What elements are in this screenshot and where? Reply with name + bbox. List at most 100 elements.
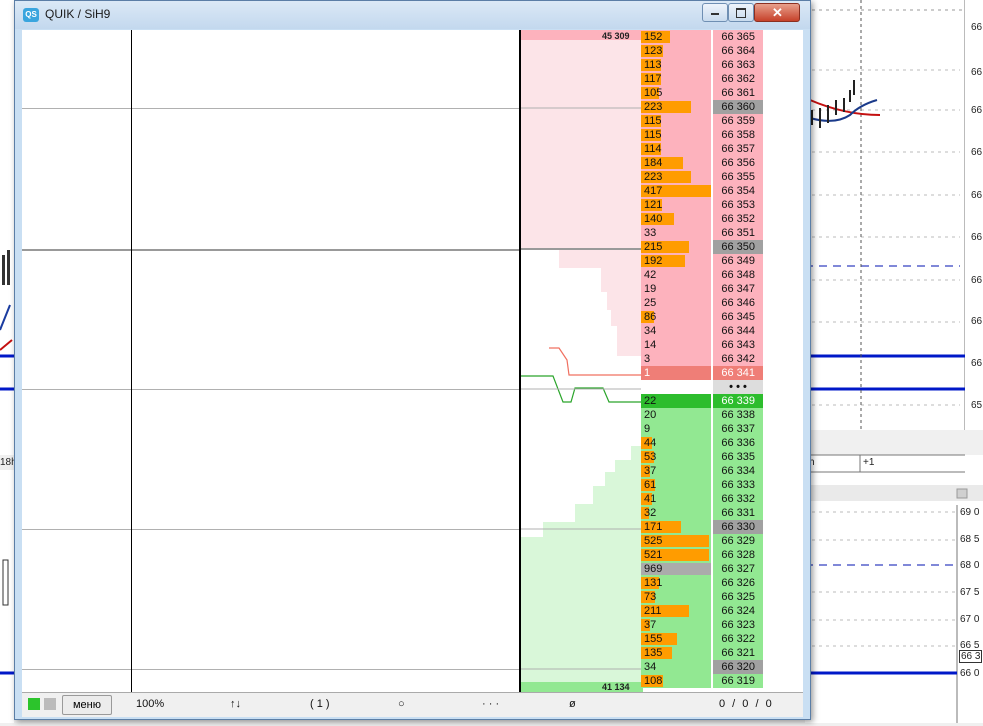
bid-price[interactable]: 66 332 — [713, 492, 763, 506]
zoom-level[interactable]: 100% — [136, 698, 164, 710]
bid-qty-cell[interactable]: 131 — [641, 576, 711, 590]
bid-price[interactable]: 66 327 — [713, 562, 763, 576]
bid-row[interactable]: 171 66 330 — [641, 520, 763, 534]
ask-row[interactable]: 140 66 352 — [641, 212, 763, 226]
bid-price[interactable]: 66 338 — [713, 408, 763, 422]
bid-row[interactable]: 155 66 322 — [641, 632, 763, 646]
ask-qty-cell[interactable]: 3 — [641, 352, 711, 366]
ask-row[interactable]: 14 66 343 — [641, 338, 763, 352]
ask-row[interactable]: 33 66 351 — [641, 226, 763, 240]
ask-qty-cell[interactable]: 192 — [641, 254, 711, 268]
bid-price[interactable]: 66 326 — [713, 576, 763, 590]
bid-price[interactable]: 66 320 — [713, 660, 763, 674]
ask-row[interactable]: 215 66 350 — [641, 240, 763, 254]
ask-qty-cell[interactable]: 115 — [641, 114, 711, 128]
bid-qty-cell[interactable]: 53 — [641, 450, 711, 464]
bid-row[interactable]: 135 66 321 — [641, 646, 763, 660]
ask-price[interactable]: 66 356 — [713, 156, 763, 170]
bid-row[interactable]: 41 66 332 — [641, 492, 763, 506]
ask-qty-cell[interactable]: 1 — [641, 366, 711, 380]
ask-price[interactable]: 66 349 — [713, 254, 763, 268]
title-bar[interactable]: QS QUIK / SiH9 ✕ — [15, 1, 810, 29]
bid-row[interactable]: 37 66 334 — [641, 464, 763, 478]
ask-row[interactable]: 114 66 357 — [641, 142, 763, 156]
bid-row[interactable]: 37 66 323 — [641, 618, 763, 632]
bid-price[interactable]: 66 331 — [713, 506, 763, 520]
ask-price[interactable]: 66 364 — [713, 44, 763, 58]
ask-qty-cell[interactable]: 121 — [641, 198, 711, 212]
ask-row[interactable]: 121 66 353 — [641, 198, 763, 212]
bid-price[interactable]: 66 322 — [713, 632, 763, 646]
bid-row[interactable]: 211 66 324 — [641, 604, 763, 618]
gray-status-square[interactable] — [44, 698, 56, 710]
ask-row[interactable]: 25 66 346 — [641, 296, 763, 310]
bid-row[interactable]: 44 66 336 — [641, 436, 763, 450]
ask-row[interactable]: 192 66 349 — [641, 254, 763, 268]
bid-qty-cell[interactable]: 73 — [641, 590, 711, 604]
ask-price[interactable]: 66 358 — [713, 128, 763, 142]
ask-row[interactable]: 1 66 341 — [641, 366, 763, 380]
empty-set-icon[interactable]: ø — [569, 698, 576, 710]
ask-row[interactable]: 223 66 355 — [641, 170, 763, 184]
bid-price[interactable]: 66 328 — [713, 548, 763, 562]
ask-qty-cell[interactable]: 152 — [641, 30, 711, 44]
ask-price[interactable]: 66 344 — [713, 324, 763, 338]
ask-row[interactable]: 184 66 356 — [641, 156, 763, 170]
count-indicator[interactable]: ( 1 ) — [310, 698, 330, 710]
ask-row[interactable]: 42 66 348 — [641, 268, 763, 282]
ask-price[interactable]: 66 341 — [713, 366, 763, 380]
ask-row[interactable]: 34 66 344 — [641, 324, 763, 338]
bid-row[interactable]: 521 66 328 — [641, 548, 763, 562]
bid-price[interactable]: 66 329 — [713, 534, 763, 548]
bid-row[interactable]: 73 66 325 — [641, 590, 763, 604]
ask-price[interactable]: 66 361 — [713, 86, 763, 100]
ask-qty-cell[interactable]: 115 — [641, 128, 711, 142]
bid-row[interactable]: 9 66 337 — [641, 422, 763, 436]
bid-row[interactable]: 969 66 327 — [641, 562, 763, 576]
bid-qty-cell[interactable]: 171 — [641, 520, 711, 534]
bid-row[interactable]: 525 66 329 — [641, 534, 763, 548]
bid-row[interactable]: 61 66 333 — [641, 478, 763, 492]
ask-qty-cell[interactable]: 215 — [641, 240, 711, 254]
bid-row[interactable]: 22 66 339 — [641, 394, 763, 408]
ask-price[interactable]: 66 365 — [713, 30, 763, 44]
ask-qty-cell[interactable]: 25 — [641, 296, 711, 310]
order-book-ladder[interactable]: 152 66 365 123 66 364 113 66 363 117 66 362 105 6… — [521, 30, 783, 692]
circle-icon[interactable]: ○ — [398, 698, 405, 710]
ask-row[interactable]: 223 66 360 — [641, 100, 763, 114]
ask-row[interactable]: 115 66 359 — [641, 114, 763, 128]
ask-qty-cell[interactable]: 34 — [641, 324, 711, 338]
ask-qty-cell[interactable]: 140 — [641, 212, 711, 226]
ask-price[interactable]: 66 355 — [713, 170, 763, 184]
bid-qty-cell[interactable]: 155 — [641, 632, 711, 646]
ask-price[interactable]: 66 345 — [713, 310, 763, 324]
bid-row[interactable]: 53 66 335 — [641, 450, 763, 464]
bid-price[interactable]: 66 330 — [713, 520, 763, 534]
bid-qty-cell[interactable]: 108 — [641, 674, 711, 688]
ask-qty-cell[interactable]: 42 — [641, 268, 711, 282]
bid-qty-cell[interactable]: 9 — [641, 422, 711, 436]
ask-qty-cell[interactable]: 14 — [641, 338, 711, 352]
bid-qty-cell[interactable]: 34 — [641, 660, 711, 674]
ask-row[interactable]: 105 66 361 — [641, 86, 763, 100]
ask-row[interactable]: 115 66 358 — [641, 128, 763, 142]
bid-price[interactable]: 66 323 — [713, 618, 763, 632]
bid-row[interactable]: 108 66 319 — [641, 674, 763, 688]
bid-price[interactable]: 66 337 — [713, 422, 763, 436]
ask-qty-cell[interactable]: 117 — [641, 72, 711, 86]
ask-qty-cell[interactable]: 223 — [641, 170, 711, 184]
bid-price[interactable]: 66 325 — [713, 590, 763, 604]
bid-price[interactable]: 66 336 — [713, 436, 763, 450]
ask-price[interactable]: 66 363 — [713, 58, 763, 72]
bid-price[interactable]: 66 321 — [713, 646, 763, 660]
ask-qty-cell[interactable]: 223 — [641, 100, 711, 114]
ask-qty-cell[interactable]: 86 — [641, 310, 711, 324]
ask-price[interactable]: 66 354 — [713, 184, 763, 198]
ask-row[interactable]: 417 66 354 — [641, 184, 763, 198]
ask-price[interactable]: 66 346 — [713, 296, 763, 310]
ask-qty-cell[interactable]: 417 — [641, 184, 711, 198]
green-status-square[interactable] — [28, 698, 40, 710]
bid-price[interactable]: 66 333 — [713, 478, 763, 492]
ask-price[interactable]: 66 343 — [713, 338, 763, 352]
menu-button[interactable]: меню — [62, 695, 112, 715]
